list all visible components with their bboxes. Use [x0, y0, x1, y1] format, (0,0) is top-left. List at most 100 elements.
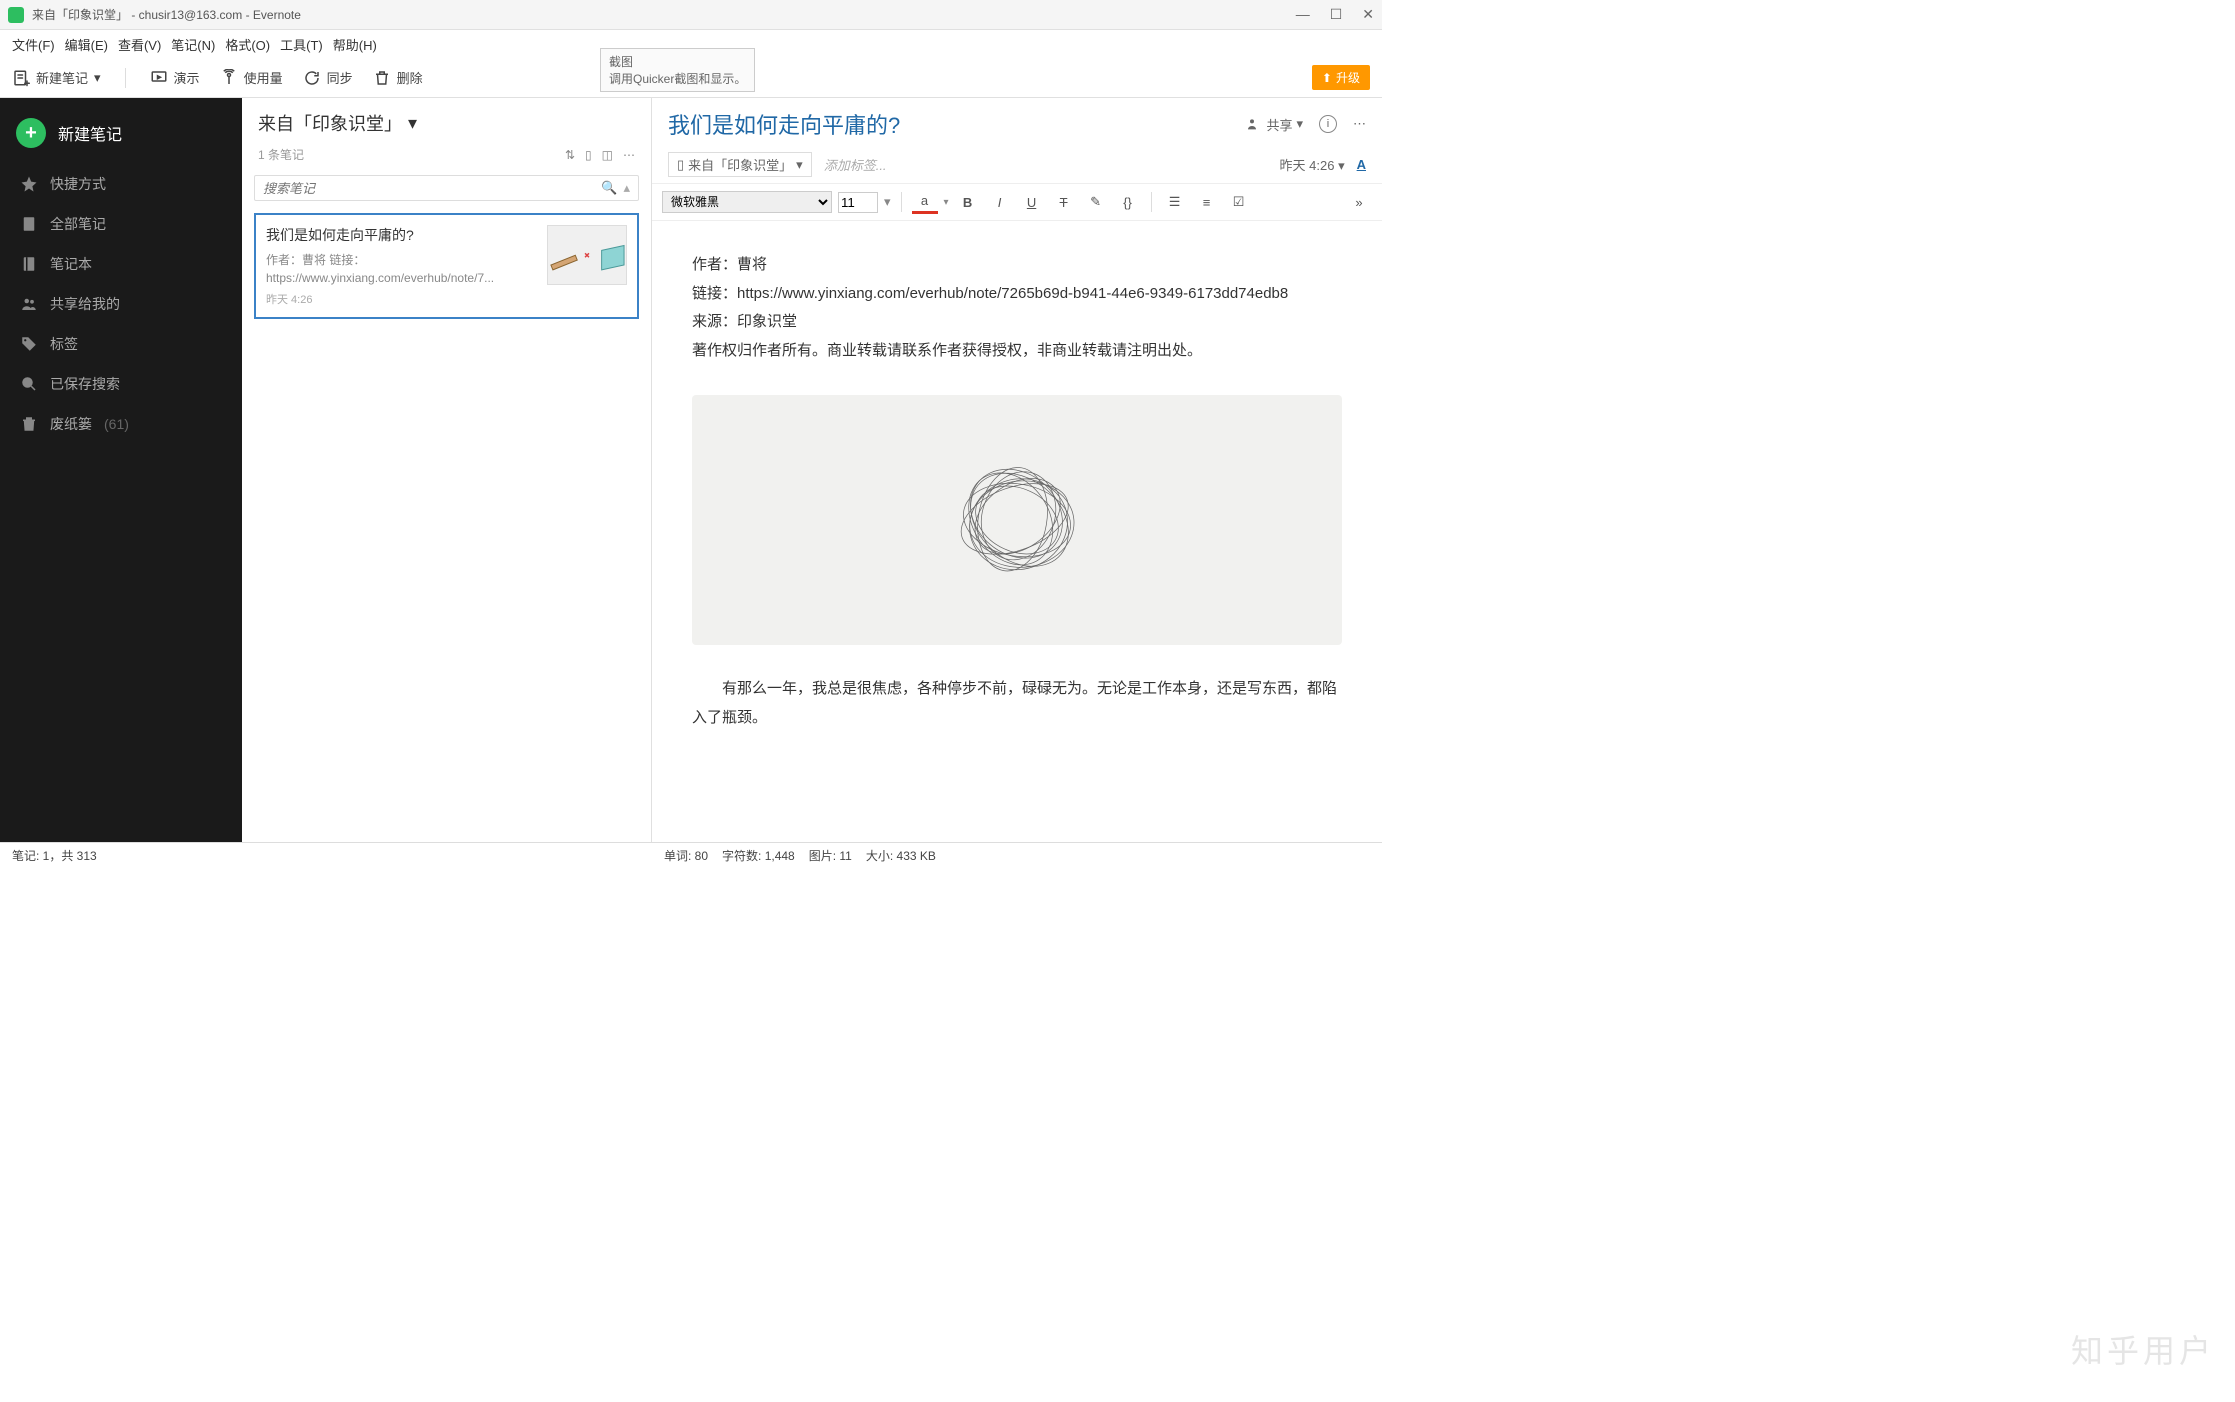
note-count: 1 条笔记	[258, 146, 304, 163]
editor-meta: ▯ 来自「印象识堂」 ▾ 添加标签... 昨天 4:26 ▾ A	[652, 146, 1382, 184]
note-card-time: 昨天 4:26	[266, 291, 539, 307]
chevron-up-icon[interactable]: ▴	[623, 180, 630, 196]
plus-note-icon	[12, 69, 30, 87]
search-input[interactable]	[263, 181, 601, 196]
note-thumbnail	[547, 225, 627, 285]
star-icon	[20, 175, 38, 193]
search-icon[interactable]: 🔍	[601, 180, 617, 196]
people-icon	[1246, 116, 1262, 132]
code-button[interactable]: {}	[1115, 190, 1141, 214]
sidebar-shortcuts[interactable]: 快捷方式	[0, 164, 242, 204]
status-notes: 笔记: 1，共 313	[12, 847, 664, 864]
status-bar: 笔记: 1，共 313 单词: 80 字符数: 1,448 图片: 11 大小:…	[0, 842, 1382, 868]
sidebar-trash[interactable]: 废纸篓 (61)	[0, 404, 242, 444]
present-button[interactable]: 演示	[150, 68, 200, 87]
upgrade-button[interactable]: ⬆ 升级	[1312, 65, 1370, 90]
note-title[interactable]: 我们是如何走向平庸的?	[668, 108, 900, 140]
text-color-button[interactable]: a	[912, 190, 938, 214]
scribble-image	[927, 430, 1107, 610]
notes-icon	[20, 215, 38, 233]
embedded-image	[692, 395, 1342, 645]
notebook-selector[interactable]: ▯ 来自「印象识堂」 ▾	[668, 152, 812, 177]
menu-view[interactable]: 查看(V)	[118, 35, 161, 54]
editor-body[interactable]: 作者：曹将 链接：https://www.yinxiang.com/everhu…	[652, 221, 1382, 842]
status-chars: 字符数: 1,448	[722, 847, 795, 864]
toolbar: 新建笔记 ▾ 演示 使用量 同步 删除 截图 调用Quicker截图和显示。 ⬆…	[0, 58, 1382, 98]
sync-button[interactable]: 同步	[303, 68, 353, 87]
chevron-down-icon[interactable]: ▾	[884, 194, 891, 210]
menu-edit[interactable]: 编辑(E)	[65, 35, 108, 54]
menu-format[interactable]: 格式(O)	[225, 35, 270, 54]
more-icon[interactable]: ⋯	[1353, 116, 1366, 132]
underline-button[interactable]: U	[1019, 190, 1045, 214]
modified-time[interactable]: 昨天 4:26 ▾	[1280, 155, 1345, 174]
main: + 新建笔记 快捷方式 全部笔记 笔记本 共享给我的 标签 已保存搜索	[0, 98, 1382, 842]
text-color-icon[interactable]: A	[1357, 157, 1366, 172]
delete-button[interactable]: 删除	[373, 68, 423, 87]
sidebar-tags[interactable]: 标签	[0, 324, 242, 364]
body-line: 著作权归作者所有。商业转载请联系作者获得授权，非商业转载请注明出处。	[692, 337, 1342, 366]
strikethrough-button[interactable]: T	[1051, 190, 1077, 214]
more-icon[interactable]: ⋯	[623, 148, 635, 162]
sync-icon	[303, 69, 321, 87]
checkbox-button[interactable]: ☑	[1226, 190, 1252, 214]
note-card-excerpt: 作者：曹将 链接：https://www.yinxiang.com/everhu…	[266, 251, 539, 287]
menu-note[interactable]: 笔记(N)	[171, 35, 215, 54]
status-size: 大小: 433 KB	[866, 847, 936, 864]
menu-tools[interactable]: 工具(T)	[280, 35, 323, 54]
menu-file[interactable]: 文件(F)	[12, 35, 55, 54]
sidebar-shared[interactable]: 共享给我的	[0, 284, 242, 324]
format-toolbar: 微软雅黑 ▾ a ▾ B I U T ✎ {} ☰ ≡ ☑ »	[652, 184, 1382, 221]
sort-icon[interactable]: ⇅	[565, 148, 575, 162]
font-size-input[interactable]	[838, 192, 878, 213]
quicker-tooltip: 截图 调用Quicker截图和显示。	[600, 48, 755, 92]
info-icon[interactable]: i	[1319, 115, 1337, 133]
share-button[interactable]: 共享 ▾	[1246, 115, 1303, 134]
font-select[interactable]: 微软雅黑	[662, 191, 832, 213]
body-line: 作者：曹将	[692, 251, 1342, 280]
bullet-list-button[interactable]: ☰	[1162, 190, 1188, 214]
notebook-icon	[20, 255, 38, 273]
add-tag[interactable]: 添加标签...	[824, 155, 1268, 174]
sidebar-new-note[interactable]: + 新建笔记	[16, 118, 226, 148]
status-words: 单词: 80	[664, 847, 708, 864]
sidebar-all-notes[interactable]: 全部笔记	[0, 204, 242, 244]
search-notes[interactable]: 🔍 ▴	[254, 175, 639, 201]
sidebar-notebooks[interactable]: 笔记本	[0, 244, 242, 284]
highlight-button[interactable]: ✎	[1083, 190, 1109, 214]
number-list-button[interactable]: ≡	[1194, 190, 1220, 214]
notebook-title[interactable]: 来自「印象识堂」 ▾	[258, 110, 635, 136]
note-list-panel: 来自「印象识堂」 ▾ 1 条笔记 ⇅ ▯ ◫ ⋯ 🔍 ▴ 我们是如何走向平庸的?…	[242, 98, 652, 842]
up-arrow-icon: ⬆	[1322, 71, 1332, 85]
chevron-down-icon: ▾	[796, 157, 803, 173]
bold-button[interactable]: B	[955, 190, 981, 214]
antenna-icon	[220, 69, 238, 87]
close-button[interactable]: ✕	[1362, 6, 1374, 23]
new-note-button[interactable]: 新建笔记 ▾	[12, 68, 101, 87]
app-icon	[8, 7, 24, 23]
search-icon	[20, 375, 38, 393]
italic-button[interactable]: I	[987, 190, 1013, 214]
note-card[interactable]: 我们是如何走向平庸的? 作者：曹将 链接：https://www.yinxian…	[254, 213, 639, 319]
editor-header: 我们是如何走向平庸的? 共享 ▾ i ⋯	[652, 98, 1382, 146]
chevron-down-icon[interactable]: ▾	[944, 197, 949, 208]
menu-help[interactable]: 帮助(H)	[333, 35, 377, 54]
note-list-header: 来自「印象识堂」 ▾ 1 条笔记 ⇅ ▯ ◫ ⋯	[242, 98, 651, 169]
window-title: 来自「印象识堂」 - chusir13@163.com - Evernote	[32, 6, 1296, 23]
present-icon	[150, 69, 168, 87]
card-view-icon[interactable]: ◫	[602, 148, 613, 162]
usage-button[interactable]: 使用量	[220, 68, 283, 87]
list-view-icon[interactable]: ▯	[585, 148, 592, 162]
body-line: 链接：https://www.yinxiang.com/everhub/note…	[692, 280, 1342, 309]
body-line: 来源：印象识堂	[692, 308, 1342, 337]
chevron-down-icon: ▾	[94, 70, 101, 86]
trash-icon	[373, 69, 391, 87]
status-images: 图片: 11	[809, 847, 852, 864]
notebook-icon: ▯	[677, 157, 684, 173]
titlebar: 来自「印象识堂」 - chusir13@163.com - Evernote —…	[0, 0, 1382, 30]
note-card-title: 我们是如何走向平庸的?	[266, 225, 539, 245]
minimize-button[interactable]: —	[1296, 6, 1310, 23]
sidebar-saved-search[interactable]: 已保存搜索	[0, 364, 242, 404]
expand-toolbar-button[interactable]: »	[1346, 190, 1372, 214]
maximize-button[interactable]: ☐	[1330, 6, 1343, 23]
